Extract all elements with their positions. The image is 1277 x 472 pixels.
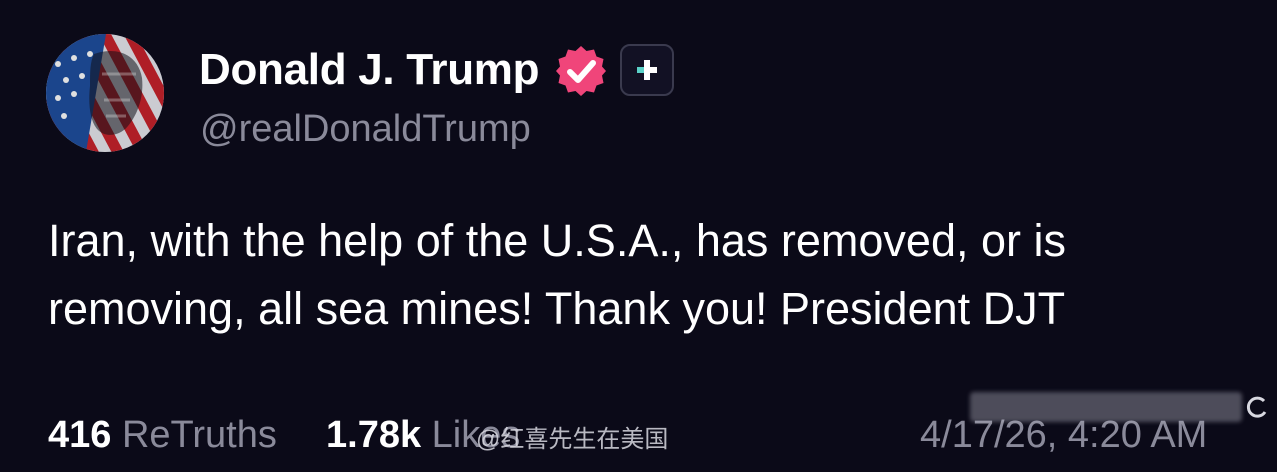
- refresh-icon: [1244, 394, 1270, 420]
- retruths-label: ReTruths: [121, 414, 277, 456]
- verified-badge-icon: [554, 44, 608, 98]
- likes-count: 1.78k: [326, 414, 422, 456]
- watermark-text: @红喜先生在美国: [476, 426, 669, 453]
- post-text: Iran, with the help of the U.S.A., has r…: [48, 215, 1066, 334]
- retruths-count: 416: [48, 414, 112, 456]
- display-name[interactable]: Donald J. Trump: [199, 42, 540, 98]
- post-card: Donald J. Trump @realDonaldTrump Iran, w…: [0, 0, 1277, 456]
- watermark-overlay: [970, 392, 1242, 422]
- retruths-stat[interactable]: 416 ReTruths: [48, 412, 277, 458]
- user-handle[interactable]: @realDonaldTrump: [200, 106, 531, 152]
- avatar[interactable]: [46, 34, 164, 152]
- plus-icon: [637, 60, 657, 80]
- plus-badge-icon[interactable]: [620, 44, 674, 96]
- avatar-image: [46, 34, 164, 152]
